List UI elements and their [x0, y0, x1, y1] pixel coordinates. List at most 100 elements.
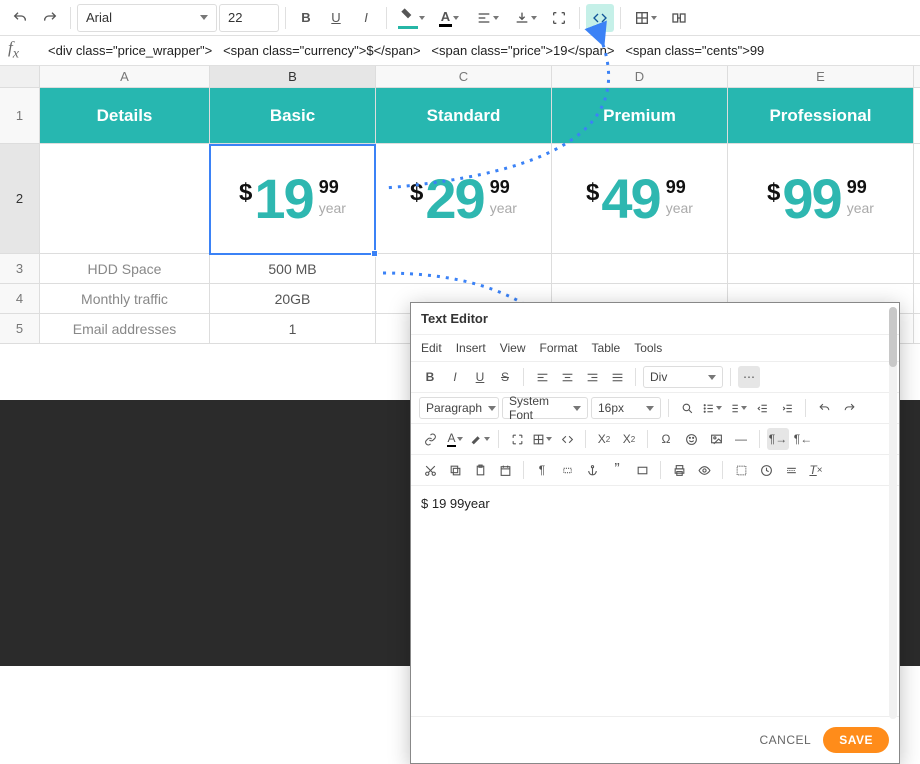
borders-icon[interactable]: [627, 4, 663, 32]
ed-fullscreen-icon[interactable]: [506, 428, 528, 450]
ed-redo-icon[interactable]: [838, 397, 860, 419]
ed-copy-icon[interactable]: [444, 459, 466, 481]
cell-b3[interactable]: 500 MB: [210, 254, 376, 283]
ed-clearformat-icon[interactable]: T×: [805, 459, 827, 481]
row-header-5[interactable]: 5: [0, 314, 40, 343]
bold-icon[interactable]: B: [292, 4, 320, 32]
cell-a3[interactable]: HDD Space: [40, 254, 210, 283]
ed-hr-icon[interactable]: —: [730, 428, 752, 450]
italic-icon[interactable]: I: [352, 4, 380, 32]
ed-bullet-list-icon[interactable]: [701, 397, 723, 419]
editor-menu-table[interactable]: Table: [592, 341, 621, 355]
editor-menu-format[interactable]: Format: [540, 341, 578, 355]
row-header-2[interactable]: 2: [0, 144, 40, 253]
editor-scrollbar[interactable]: [889, 307, 897, 719]
ed-undo-icon[interactable]: [813, 397, 835, 419]
cell-d1[interactable]: Premium: [552, 88, 728, 143]
editor-menu-edit[interactable]: Edit: [421, 341, 442, 355]
ed-pilcrow-icon[interactable]: ¶: [531, 459, 553, 481]
fill-color-icon[interactable]: [393, 4, 429, 32]
ed-align-right-icon[interactable]: [581, 366, 603, 388]
ed-more-icon[interactable]: ⋯: [738, 366, 760, 388]
ed-pagebreak-icon[interactable]: [780, 459, 802, 481]
ed-align-left-icon[interactable]: [531, 366, 553, 388]
expand-icon[interactable]: [545, 4, 573, 32]
row-header-4[interactable]: 4: [0, 284, 40, 313]
ed-preview-icon[interactable]: [693, 459, 715, 481]
ed-rtl-icon[interactable]: ¶←: [792, 428, 814, 450]
ed-block-select[interactable]: Paragraph: [419, 397, 499, 419]
cell-a1[interactable]: Details: [40, 88, 210, 143]
ed-codeblock-icon[interactable]: [631, 459, 653, 481]
ed-element-select[interactable]: Div: [643, 366, 723, 388]
formula-bar[interactable]: fx <div class="price_wrapper"> <span cla…: [0, 36, 920, 66]
text-color-icon[interactable]: A: [431, 4, 467, 32]
ed-quote-icon[interactable]: ”: [606, 459, 628, 481]
ed-underline-icon[interactable]: U: [469, 366, 491, 388]
cell-b2[interactable]: $ 19 99year: [210, 144, 376, 253]
cell-b4[interactable]: 20GB: [210, 284, 376, 313]
ed-table-icon[interactable]: [531, 428, 553, 450]
horizontal-align-icon[interactable]: [469, 4, 505, 32]
cell-a4[interactable]: Monthly traffic: [40, 284, 210, 313]
ed-indent-icon[interactable]: [776, 397, 798, 419]
ed-template-icon[interactable]: [730, 459, 752, 481]
cell-a5[interactable]: Email addresses: [40, 314, 210, 343]
row-header-1[interactable]: 1: [0, 88, 40, 143]
cell-b1[interactable]: Basic: [210, 88, 376, 143]
editor-menu-view[interactable]: View: [500, 341, 526, 355]
ed-bold-icon[interactable]: B: [419, 366, 441, 388]
ed-text-color-icon[interactable]: A: [444, 428, 466, 450]
cell-a2[interactable]: [40, 144, 210, 253]
row-header-3[interactable]: 3: [0, 254, 40, 283]
ed-superscript-icon[interactable]: X2: [618, 428, 640, 450]
column-header-d[interactable]: D: [552, 66, 728, 87]
ed-italic-icon[interactable]: I: [444, 366, 466, 388]
ed-cut-icon[interactable]: [419, 459, 441, 481]
column-header-b[interactable]: B: [210, 66, 376, 87]
cell-e2[interactable]: $ 99 99year: [728, 144, 914, 253]
merge-cells-icon[interactable]: [665, 4, 693, 32]
ed-link-icon[interactable]: [419, 428, 441, 450]
ed-subscript-icon[interactable]: X2: [593, 428, 615, 450]
cell-d2[interactable]: $ 49 99year: [552, 144, 728, 253]
cell-c2[interactable]: $ 29 99year: [376, 144, 552, 253]
cell-e1[interactable]: Professional: [728, 88, 914, 143]
font-size-select[interactable]: 22: [219, 4, 279, 32]
cancel-button[interactable]: CANCEL: [760, 733, 812, 747]
ed-ltr-icon[interactable]: ¶→: [767, 428, 789, 450]
undo-icon[interactable]: [6, 4, 34, 32]
ed-emoji-icon[interactable]: [680, 428, 702, 450]
column-header-c[interactable]: C: [376, 66, 552, 87]
editor-menu-tools[interactable]: Tools: [634, 341, 662, 355]
save-button[interactable]: SAVE: [823, 727, 889, 753]
cell-c1[interactable]: Standard: [376, 88, 552, 143]
ed-outdent-icon[interactable]: [751, 397, 773, 419]
ed-datetime-icon[interactable]: [494, 459, 516, 481]
ed-history-icon[interactable]: [755, 459, 777, 481]
ed-strike-icon[interactable]: S: [494, 366, 516, 388]
underline-icon[interactable]: U: [322, 4, 350, 32]
editor-content[interactable]: $ 19 99year: [411, 486, 899, 716]
redo-icon[interactable]: [36, 4, 64, 32]
cell-b5[interactable]: 1: [210, 314, 376, 343]
ed-print-icon[interactable]: [668, 459, 690, 481]
ed-fontsize-select[interactable]: 16px: [591, 397, 661, 419]
ed-number-list-icon[interactable]: [726, 397, 748, 419]
ed-search-icon[interactable]: [676, 397, 698, 419]
column-header-e[interactable]: E: [728, 66, 914, 87]
editor-menu-insert[interactable]: Insert: [456, 341, 486, 355]
ed-align-justify-icon[interactable]: [606, 366, 628, 388]
ed-highlight-icon[interactable]: [469, 428, 491, 450]
ed-omega-icon[interactable]: Ω: [655, 428, 677, 450]
ed-image-icon[interactable]: [705, 428, 727, 450]
select-all-corner[interactable]: [0, 66, 40, 87]
ed-nbsp-icon[interactable]: [556, 459, 578, 481]
html-editor-icon[interactable]: [586, 4, 614, 32]
ed-anchor-icon[interactable]: [581, 459, 603, 481]
ed-align-center-icon[interactable]: [556, 366, 578, 388]
column-header-a[interactable]: A: [40, 66, 210, 87]
font-family-select[interactable]: Arial: [77, 4, 217, 32]
vertical-align-icon[interactable]: [507, 4, 543, 32]
ed-code-icon[interactable]: [556, 428, 578, 450]
